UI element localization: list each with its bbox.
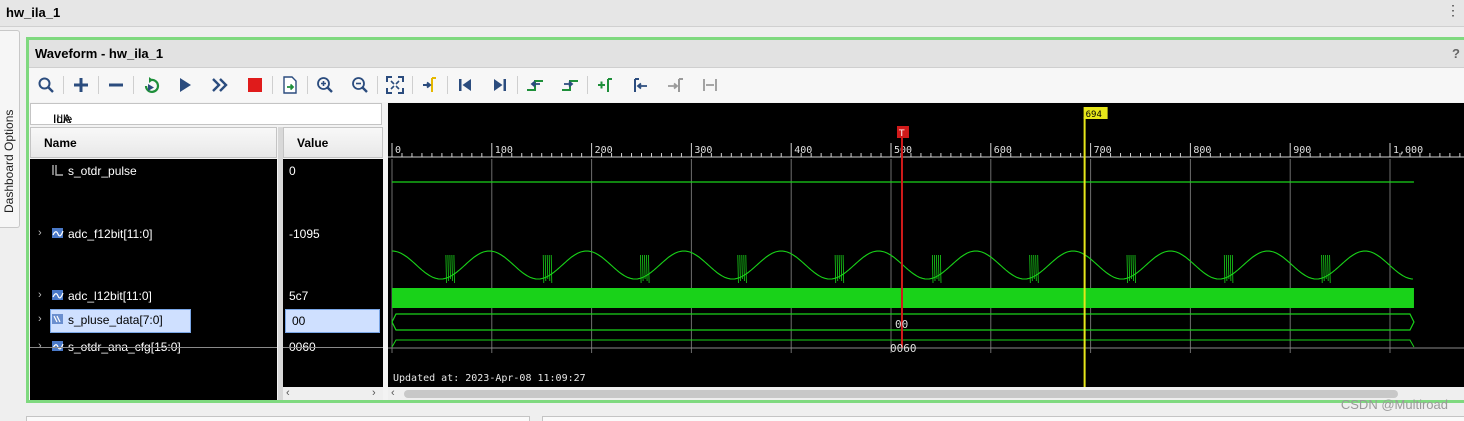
zoom-in-icon[interactable] xyxy=(314,74,336,96)
previous-transition-icon[interactable] xyxy=(524,74,546,96)
run-immediate-icon[interactable] xyxy=(209,74,231,96)
ruler-tick-label: 700 xyxy=(1094,145,1112,156)
window-menu-icon[interactable]: ⋮ xyxy=(1446,2,1460,19)
ruler-tick-label: 900 xyxy=(1293,145,1311,156)
signal-row[interactable]: s_otdr_pulse xyxy=(30,160,277,182)
expand-chevron-icon[interactable]: › xyxy=(38,340,42,352)
updated-at-status: Updated at: 2023-Apr-08 11:09:27 xyxy=(393,373,586,384)
bottom-panel-left xyxy=(26,416,530,421)
analog-bus-icon xyxy=(52,290,64,300)
wave-scroll-left-icon[interactable]: ‹ xyxy=(391,387,395,399)
window-titlebar: hw_ila_1 ⋮ xyxy=(0,0,1464,27)
signal-name: s_otdr_pulse xyxy=(68,164,137,178)
signal-row[interactable]: › adc_l12bit[11:0] xyxy=(30,285,277,307)
help-icon[interactable]: ? xyxy=(1452,46,1460,61)
scroll-thumb[interactable] xyxy=(404,390,1398,398)
expand-chevron-icon[interactable]: › xyxy=(38,313,42,325)
signal-value: 5c7 xyxy=(289,289,309,303)
signal-name: adc_l12bit[11:0] xyxy=(68,289,152,303)
run-icon[interactable] xyxy=(174,74,196,96)
ila-status-value: Idle xyxy=(53,112,73,126)
zoom-search-icon[interactable] xyxy=(35,74,57,96)
dashboard-options-label: Dashboard Options xyxy=(2,109,16,213)
name-column-header[interactable]: Name xyxy=(30,127,277,158)
swap-cursors-icon[interactable] xyxy=(699,74,721,96)
next-transition-icon[interactable] xyxy=(559,74,581,96)
analog-bus-icon xyxy=(52,228,64,238)
bit-signal-icon xyxy=(52,165,63,176)
ruler-tick-label: 1,000 xyxy=(1393,145,1423,156)
ruler-tick-label: 0 xyxy=(395,145,401,156)
signal-row[interactable]: › adc_f12bit[11:0] xyxy=(30,223,277,245)
bus-value-label: 00 xyxy=(895,318,908,331)
zoom-fit-icon[interactable] xyxy=(384,74,406,96)
remove-icon[interactable] xyxy=(105,74,127,96)
dashboard-options-tab[interactable]: Dashboard Options xyxy=(0,30,20,228)
signal-value-list: 0 -1095 5c7 00 0060 xyxy=(283,159,383,400)
watermark: CSDN @Multiroad xyxy=(1340,397,1448,412)
ruler-tick-label: 400 xyxy=(794,145,812,156)
expand-chevron-icon[interactable]: › xyxy=(38,289,42,301)
waveform-canvas[interactable]: 0 100 200 300 400 500 600 700 800 900 1,000 T 694 0… xyxy=(388,103,1464,387)
go-to-end-icon[interactable] xyxy=(489,74,511,96)
value-column-label: Value xyxy=(297,136,329,150)
panel-title: Waveform - hw_ila_1 xyxy=(35,46,164,61)
signal-value-selected: 00 xyxy=(285,309,380,333)
add-marker-icon[interactable] xyxy=(594,74,616,96)
stop-icon[interactable] xyxy=(244,74,266,96)
scroll-right-icon[interactable]: › xyxy=(372,387,376,399)
expand-chevron-icon[interactable]: › xyxy=(38,227,42,239)
trigger-marker-label: T xyxy=(898,129,905,139)
signal-name: adc_f12bit[11:0] xyxy=(68,227,153,241)
name-column-label: Name xyxy=(44,136,77,150)
waveform-toolbar xyxy=(29,68,1464,102)
ila-status-box: ILA Status: Idle xyxy=(30,103,382,140)
bottom-panel-right xyxy=(542,416,1464,421)
value-column-header[interactable]: Value xyxy=(283,127,383,158)
window-title: hw_ila_1 xyxy=(6,5,61,20)
add-icon[interactable] xyxy=(70,74,92,96)
scroll-left-icon[interactable]: ‹ xyxy=(286,387,290,399)
panel-header: Waveform - hw_ila_1 ? xyxy=(29,40,1464,68)
ruler-tick-label: 500 xyxy=(894,145,912,156)
ruler-tick-label: 300 xyxy=(694,145,712,156)
wave-glitches xyxy=(445,254,1331,284)
signal-name-list: s_otdr_pulse › adc_f12bit[11:0] › adc_l1… xyxy=(30,159,277,400)
next-marker-icon[interactable] xyxy=(664,74,686,96)
ruler-tick-label: 600 xyxy=(994,145,1012,156)
row-divider xyxy=(30,347,277,348)
ruler-tick-label: 200 xyxy=(595,145,613,156)
analog-bus-icon xyxy=(52,341,64,351)
bus-icon xyxy=(52,314,63,324)
go-to-start-icon[interactable] xyxy=(454,74,476,96)
signal-name: s_pluse_data[7:0] xyxy=(68,313,163,327)
signal-row-selected[interactable]: › s_pluse_data[7:0] xyxy=(30,309,277,333)
ruler-tick-label: 800 xyxy=(1193,145,1211,156)
go-to-cursor-icon[interactable] xyxy=(419,74,441,96)
ruler-tick-label: 100 xyxy=(495,145,513,156)
zoom-out-icon[interactable] xyxy=(349,74,371,96)
row-divider xyxy=(283,347,383,348)
signal-value: 0 xyxy=(289,164,296,178)
value-horizontal-scrollbar[interactable] xyxy=(283,387,383,400)
cursor-label: 694 xyxy=(1086,110,1102,120)
run-trigger-icon[interactable] xyxy=(140,74,162,96)
hidden-row-value-label: 0060 xyxy=(890,342,917,355)
export-icon[interactable] xyxy=(279,74,301,96)
signal-value: -1095 xyxy=(289,227,320,241)
previous-marker-icon[interactable] xyxy=(629,74,651,96)
